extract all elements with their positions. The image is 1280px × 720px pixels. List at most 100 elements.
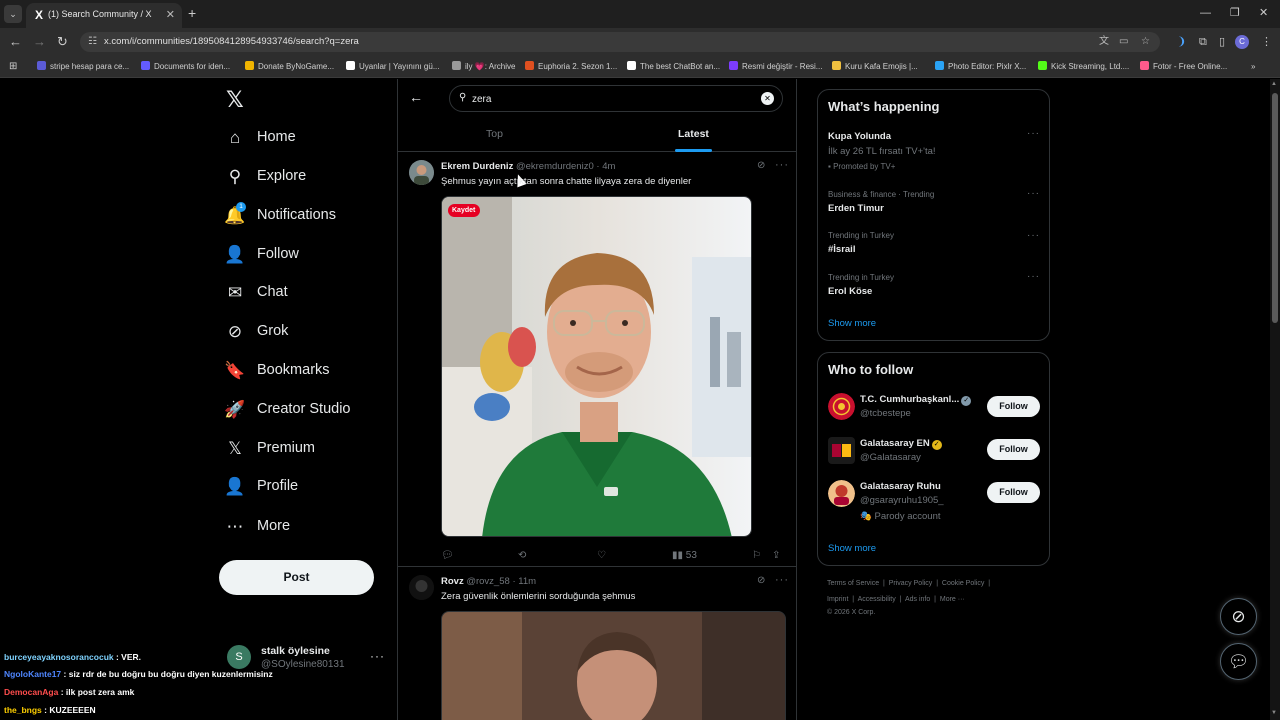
account-avatar[interactable] (828, 393, 855, 420)
bookmark-item[interactable]: Kick Streaming, Ltd.... (1038, 60, 1129, 74)
tweet-author[interactable]: Rovz @rovz_58 · 11m (441, 576, 536, 587)
tweet-author-avatar[interactable] (409, 160, 434, 185)
footer-link[interactable]: Accessibility (858, 596, 896, 603)
grok-fab-icon[interactable]: ⊘ (1220, 598, 1257, 635)
trend-more-icon[interactable]: ··· (1027, 271, 1040, 282)
share-icon[interactable]: ⇪ (772, 550, 780, 562)
extension-wave-icon[interactable]: ❩ (1177, 36, 1186, 48)
promoted-icon: ▪ (828, 162, 831, 171)
tweet-author[interactable]: Ekrem Durdeniz @ekremdurdeniz0 · 4m (441, 161, 615, 172)
trend-more-icon[interactable]: ··· (1027, 230, 1040, 241)
grok-explain-icon[interactable]: ⊘ (757, 160, 765, 171)
x-logo-icon[interactable]: 𝕏 (226, 88, 244, 112)
menu-kebab-icon[interactable]: ⋮ (1261, 36, 1272, 48)
grok-explain-icon[interactable]: ⊘ (757, 575, 765, 586)
sidebar-icon[interactable]: ▯ (1219, 36, 1225, 48)
trend-subtitle: İlk ay 26 TL fırsatı TV+'ta! (828, 146, 936, 157)
bookmark-item[interactable]: Euphoria 2. Sezon 1... (525, 60, 617, 74)
save-pin-button[interactable]: Kaydet (448, 204, 481, 217)
bookmark-item[interactable]: Fotor - Free Online... (1140, 60, 1227, 74)
account-more-icon[interactable]: ··· (370, 649, 385, 663)
trend-name[interactable]: Kupa Yolunda (828, 131, 891, 142)
bookmark-favicon-icon (935, 61, 944, 70)
trend-more-icon[interactable]: ··· (1027, 128, 1040, 139)
show-more-follow-link[interactable]: Show more (828, 543, 876, 554)
back-icon[interactable]: ← (9, 34, 22, 50)
tab-latest[interactable]: Latest (678, 128, 709, 140)
reload-icon[interactable]: ↻ (57, 34, 68, 50)
bookmark-item[interactable]: Donate ByNoGame... (245, 60, 334, 74)
scroll-up-icon[interactable]: ▲ (1271, 81, 1277, 87)
new-tab-plus-icon[interactable]: + (188, 5, 196, 21)
footer-link[interactable]: Terms of Service (827, 580, 879, 587)
footer-link[interactable]: Imprint (827, 596, 848, 603)
bookmark-star-icon[interactable]: ☆ (1141, 36, 1150, 48)
bookmark-item[interactable]: Uyanlar | Yayınını gü... (346, 60, 440, 74)
minimize-icon[interactable]: — (1200, 6, 1211, 20)
bookmarks-overflow-icon[interactable]: » (1251, 60, 1255, 74)
translate-icon[interactable]: 文 (1099, 36, 1109, 48)
suggested-account-handle: @Galatasaray (860, 452, 921, 463)
bookmark-item[interactable]: stripe hesap para ce... (37, 60, 129, 74)
tab-list-chevron-icon[interactable]: ⌄ (4, 5, 22, 23)
trend-name[interactable]: #İsrail (828, 244, 855, 255)
footer-link[interactable]: Cookie Policy (942, 580, 984, 587)
post-button[interactable]: Post (219, 560, 374, 595)
messages-fab-icon[interactable]: 💬︎ (1220, 643, 1257, 680)
search-box[interactable]: ⚲ ✕ (449, 85, 783, 112)
address-bar[interactable]: ☷ x.com/i/communities/189508412895493374… (80, 32, 1160, 52)
bookmark-item[interactable]: The best ChatBot an... (627, 60, 720, 74)
tweet-photo[interactable]: Kaydet (441, 196, 752, 537)
search-input[interactable] (472, 90, 752, 108)
tweet[interactable]: Rovz @rovz_58 · 11m ⊘ ··· Zera güvenlik … (398, 567, 796, 720)
trend-more-icon[interactable]: ··· (1027, 188, 1040, 199)
trend-name[interactable]: Erden Timur (828, 203, 884, 214)
bookmark-item[interactable]: Documents for iden... (141, 60, 230, 74)
restore-icon[interactable]: ❐ (1230, 6, 1240, 20)
scroll-thumb[interactable] (1272, 93, 1278, 323)
follow-button[interactable]: Follow (987, 482, 1040, 503)
like-icon[interactable]: ♡ (597, 550, 606, 562)
page-scrollbar[interactable]: ▲ ▼ (1270, 79, 1280, 720)
footer-link[interactable]: Privacy Policy (889, 580, 933, 587)
bookmark-item[interactable]: Resmi değiştir - Resi... (729, 60, 822, 74)
profile-avatar[interactable]: C (1235, 35, 1249, 49)
tab-close-icon[interactable]: ✕ (166, 8, 175, 22)
show-more-trends-link[interactable]: Show more (828, 318, 876, 329)
suggested-account-name[interactable]: T.C. Cumhurbaşkanl... ✓ (860, 394, 972, 406)
chat-message: DemocanAga : ilk post zera amk (4, 687, 304, 697)
cast-icon[interactable]: ▭ (1119, 36, 1128, 48)
tab-top[interactable]: Top (486, 128, 503, 140)
tweet-video[interactable] (441, 611, 786, 720)
tweet-more-icon[interactable]: ··· (775, 574, 789, 586)
bookmark-item[interactable]: Kuru Kafa Emojis |... (832, 60, 918, 74)
browser-tab-active[interactable]: X (1) Search Community / X ✕ (26, 3, 182, 28)
follow-button[interactable]: Follow (987, 396, 1040, 417)
reply-icon[interactable]: 💬︎ (441, 550, 454, 562)
apps-grid-icon[interactable]: ⊞ (9, 60, 17, 74)
extensions-puzzle-icon[interactable]: ⧉ (1199, 36, 1207, 48)
suggested-account-name[interactable]: Galatasaray EN ✓ (860, 438, 942, 450)
tweet-more-icon[interactable]: ··· (775, 159, 789, 171)
bookmark-icon[interactable]: ⚐ (752, 550, 761, 562)
scroll-down-icon[interactable]: ▼ (1271, 710, 1277, 716)
follow-button[interactable]: Follow (987, 439, 1040, 460)
account-avatar[interactable] (828, 437, 855, 464)
back-arrow-icon[interactable]: ← (409, 89, 423, 105)
footer-link[interactable]: More ··· (940, 596, 965, 603)
site-info-icon[interactable]: ☷ (88, 35, 97, 49)
footer-link[interactable]: Ads info (905, 596, 930, 603)
tweet[interactable]: Ekrem Durdeniz @ekremdurdeniz0 · 4m ⊘ ··… (398, 153, 796, 566)
bookmark-item[interactable]: Photo Editor: Pixlr X... (935, 60, 1026, 74)
clear-search-icon[interactable]: ✕ (761, 92, 774, 105)
account-avatar[interactable] (828, 480, 855, 507)
forward-icon[interactable]: → (33, 34, 46, 50)
trend-name[interactable]: Erol Köse (828, 286, 872, 297)
retweet-icon[interactable]: ⟲ (518, 550, 526, 562)
tweet-author-avatar[interactable] (409, 575, 434, 600)
bookmark-label: Photo Editor: Pixlr X... (948, 62, 1027, 71)
suggested-account-name[interactable]: Galatasaray Ruhu (860, 481, 941, 492)
views-stat[interactable]: ▮▮ 53 (672, 550, 697, 562)
window-close-icon[interactable]: ✕ (1259, 6, 1268, 20)
bookmark-item[interactable]: ily 💗: Archive (452, 60, 515, 74)
